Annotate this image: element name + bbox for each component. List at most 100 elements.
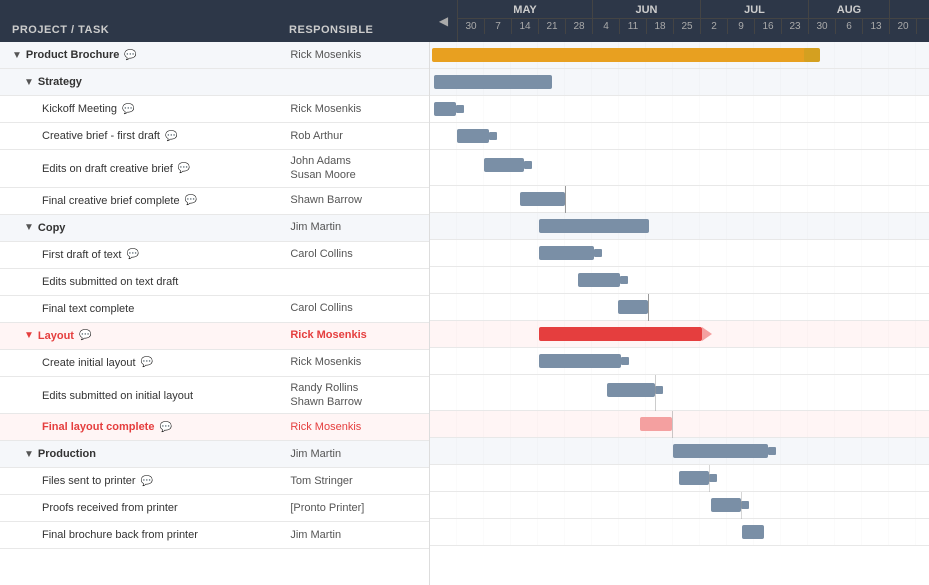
expand-strategy[interactable]: ▼: [24, 77, 34, 88]
resp-creative-brief: Rob Arthur: [284, 125, 429, 147]
date-row: 30 7 14 21 28 4 11 18 25 2 9 16 23 30 6 …: [458, 19, 929, 34]
bar-layout: [539, 327, 702, 341]
trow-product-brochure: [430, 42, 929, 69]
task-col-edits-submitted: Edits submitted on text draft: [0, 272, 284, 292]
task-name-final-creative: Final creative brief complete: [42, 195, 180, 207]
task-name-kickoff: Kickoff Meeting: [42, 103, 117, 115]
resp-final-brochure: Jim Martin: [284, 524, 429, 546]
date-25: 25: [674, 19, 701, 34]
trow-final-text: [430, 294, 929, 321]
bar-creative-brief: [457, 129, 489, 143]
comment-icon-layout[interactable]: 💬: [79, 330, 91, 341]
connector-final-layout: [672, 411, 673, 438]
month-row: MAY JUN JUL AUG: [458, 0, 929, 19]
comment-icon-first-draft-text[interactable]: 💬: [126, 249, 138, 260]
task-col-final-layout: Final layout complete 💬: [0, 417, 284, 437]
trow-final-brochure: [430, 519, 929, 546]
task-col-final-text: Final text complete: [0, 299, 284, 319]
task-col-product-brochure: ▼ Product Brochure 💬: [0, 45, 284, 65]
date-4: 4: [593, 19, 620, 34]
bar-edits-layout-tab: [655, 386, 663, 394]
right-panel: .trow { position:relative; border-bottom…: [430, 42, 929, 585]
row-first-draft-text: First draft of text 💬 Carol Collins: [0, 242, 429, 269]
trow-create-layout: [430, 348, 929, 375]
gantt-header: PROJECT / TASK RESPONSIBLE ◀ MAY JUN JUL…: [0, 0, 929, 42]
expand-layout[interactable]: ▼: [24, 330, 34, 341]
row-final-text: Final text complete Carol Collins: [0, 296, 429, 323]
comment-icon-edits-draft[interactable]: 💬: [178, 163, 190, 174]
row-final-layout: Final layout complete 💬 Rick Mosenkis: [0, 414, 429, 441]
connector-final-creative: [565, 186, 566, 213]
task-col-edits-draft: Edits on draft creative brief 💬: [0, 157, 284, 179]
connector-proofs: [741, 492, 742, 519]
bar-edits-layout: [607, 383, 655, 397]
task-col-create-layout: Create initial layout 💬: [0, 353, 284, 373]
col-task-header: PROJECT / TASK: [12, 24, 289, 36]
row-strategy: ▼ Strategy: [0, 69, 429, 96]
date-23: 23: [782, 19, 809, 34]
bar-kickoff-tab: [456, 105, 464, 113]
trow-first-draft-text: [430, 240, 929, 267]
trow-production: [430, 438, 929, 465]
comment-icon-create-layout[interactable]: 💬: [141, 357, 153, 368]
bar-edits-submitted-tab: [620, 276, 628, 284]
task-col-proofs: Proofs received from printer: [0, 498, 284, 518]
nav-left-button[interactable]: ◀: [430, 0, 458, 42]
bar-kickoff: [434, 102, 456, 116]
row-kickoff: Kickoff Meeting 💬 Rick Mosenkis: [0, 96, 429, 123]
resp-final-layout: Rick Mosenkis: [284, 416, 429, 438]
trow-final-creative: [430, 186, 929, 213]
row-final-brochure: Final brochure back from printer Jim Mar…: [0, 522, 429, 549]
task-name-files-printer: Files sent to printer: [42, 475, 136, 487]
resp-strategy: [284, 78, 429, 86]
comment-icon-final-creative[interactable]: 💬: [185, 195, 197, 206]
comment-icon-files-printer[interactable]: 💬: [141, 476, 153, 487]
bar-strategy: [434, 75, 552, 89]
comment-icon-kickoff[interactable]: 💬: [122, 104, 134, 115]
expand-production[interactable]: ▼: [24, 449, 34, 460]
gantt-body: ▼ Product Brochure 💬 Rick Mosenkis ▼ Str…: [0, 42, 929, 585]
task-col-kickoff: Kickoff Meeting 💬: [0, 99, 284, 119]
bar-production-tab: [768, 447, 776, 455]
bar-creative-brief-tab: [489, 132, 497, 140]
task-name-final-layout: Final layout complete: [42, 421, 154, 433]
task-name-create-layout: Create initial layout: [42, 357, 136, 369]
trow-creative-brief: [430, 123, 929, 150]
row-creative-brief: Creative brief - first draft 💬 Rob Arthu…: [0, 123, 429, 150]
date-20: 20: [890, 19, 917, 34]
resp-final-text: Carol Collins: [284, 297, 429, 319]
row-copy: ▼ Copy Jim Martin: [0, 215, 429, 242]
comment-icon-creative-brief[interactable]: 💬: [165, 131, 177, 142]
header-left: PROJECT / TASK RESPONSIBLE: [0, 0, 430, 42]
row-proofs: Proofs received from printer [Pronto Pri…: [0, 495, 429, 522]
task-col-strategy: ▼ Strategy: [0, 72, 284, 92]
date-30-may: 30: [458, 19, 485, 34]
trow-files-printer: [430, 465, 929, 492]
trow-layout: [430, 321, 929, 348]
resp-layout: Rick Mosenkis: [284, 324, 429, 346]
task-name-edits-layout: Edits submitted on initial layout: [42, 390, 193, 402]
row-files-printer: Files sent to printer 💬 Tom Stringer: [0, 468, 429, 495]
task-col-production: ▼ Production: [0, 444, 284, 464]
task-name-final-brochure: Final brochure back from printer: [42, 529, 198, 541]
trow-final-layout: [430, 411, 929, 438]
expand-copy[interactable]: ▼: [24, 222, 34, 233]
bar-edits-submitted: [578, 273, 620, 287]
comment-icon-product-brochure[interactable]: 💬: [124, 50, 136, 61]
row-create-layout: Create initial layout 💬 Rick Mosenkis: [0, 350, 429, 377]
date-16: 16: [755, 19, 782, 34]
month-aug: AUG: [809, 0, 890, 18]
date-30-jul: 30: [809, 19, 836, 34]
row-edits-submitted: Edits submitted on text draft: [0, 269, 429, 296]
expand-product-brochure[interactable]: ▼: [12, 50, 22, 61]
date-14: 14: [512, 19, 539, 34]
resp-final-creative: Shawn Barrow: [284, 189, 429, 211]
date-9: 9: [728, 19, 755, 34]
comment-icon-final-layout[interactable]: 💬: [159, 422, 171, 433]
task-name-final-text: Final text complete: [42, 303, 134, 315]
gantt-chart: PROJECT / TASK RESPONSIBLE ◀ MAY JUN JUL…: [0, 0, 929, 585]
resp-first-draft-text: Carol Collins: [284, 243, 429, 265]
row-layout: ▼ Layout 💬 Rick Mosenkis: [0, 323, 429, 350]
bar-edits-draft: [484, 158, 524, 172]
resp-edits-draft: John AdamsSusan Moore: [284, 150, 429, 187]
